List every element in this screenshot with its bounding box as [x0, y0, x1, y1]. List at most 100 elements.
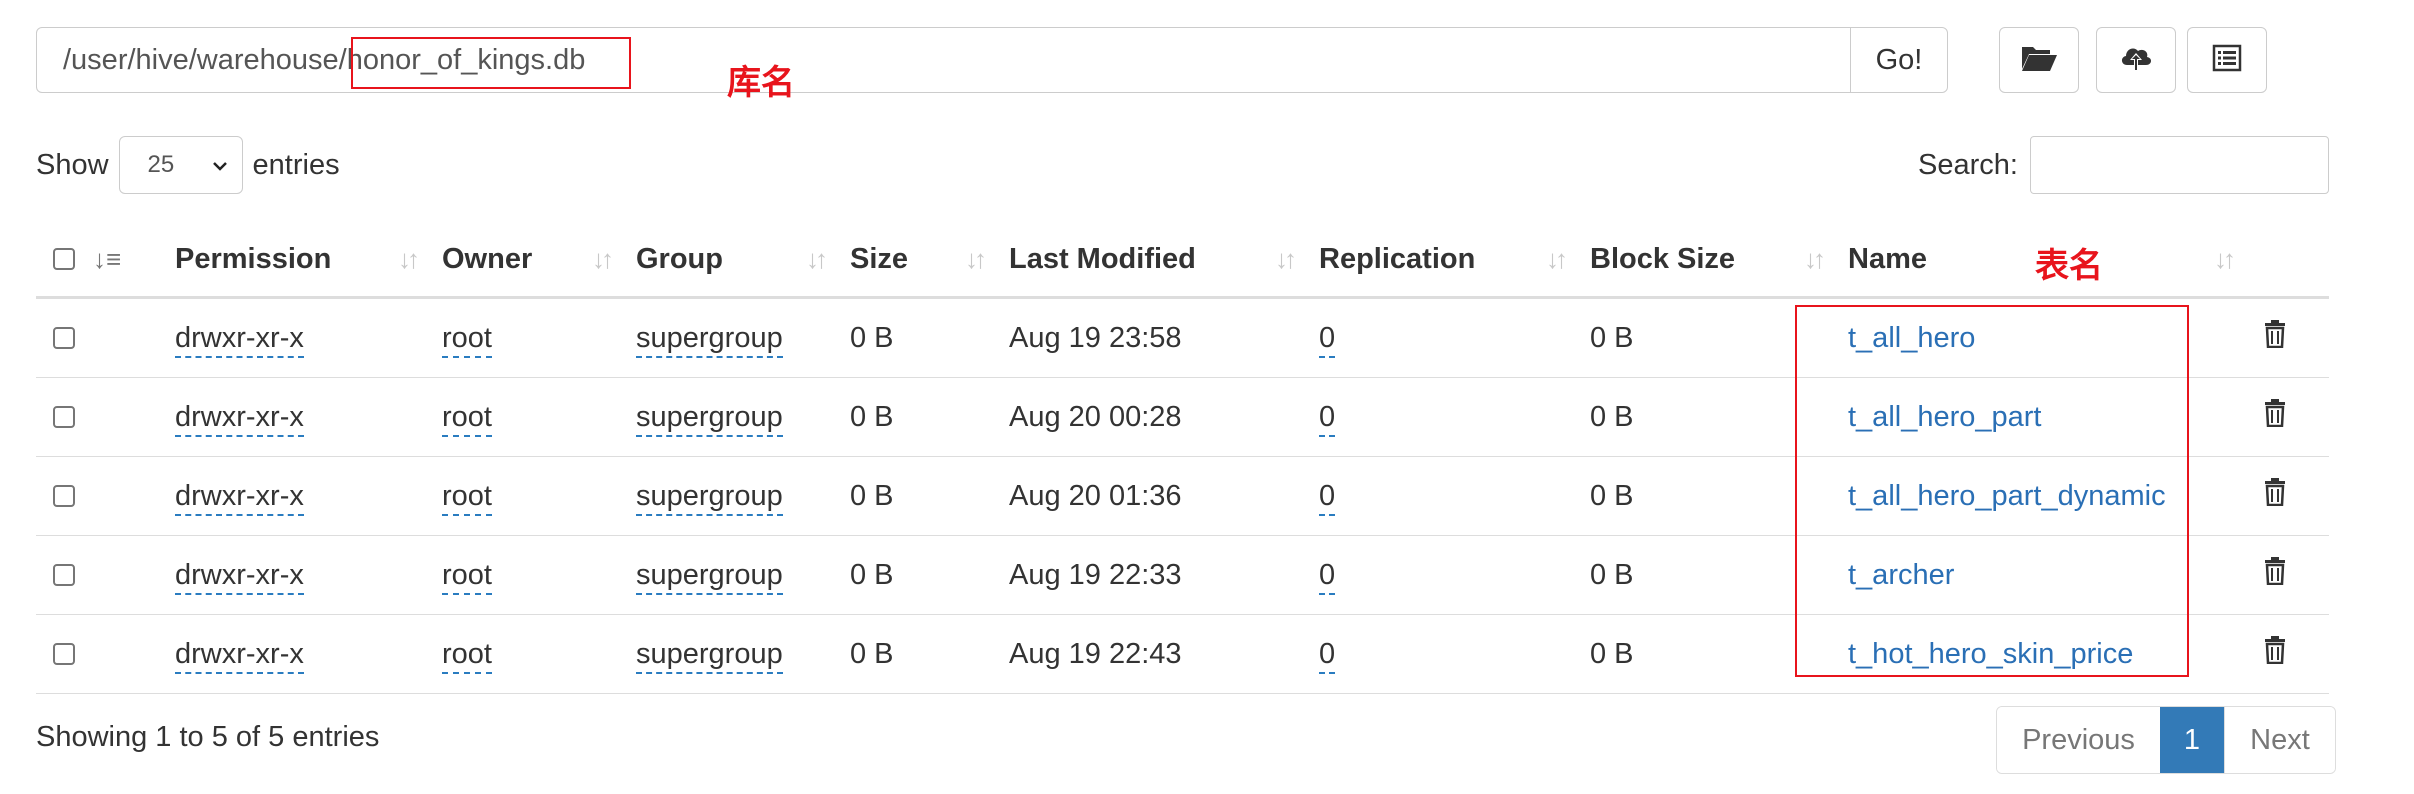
trash-icon[interactable]: [2264, 478, 2286, 514]
size-cell: 0 B: [850, 297, 1009, 378]
search-label: Search:: [1918, 148, 2018, 181]
sort-header[interactable]: ↓≡: [93, 222, 175, 299]
block-size-value: 0 B: [1590, 479, 1634, 512]
size-cell: 0 B: [850, 614, 1009, 694]
path-input[interactable]: /user/hive/warehouse/honor_of_kings.db: [37, 28, 1850, 92]
permission-value[interactable]: drwxr-xr-x: [175, 400, 304, 437]
length-menu-prefix: Show: [36, 148, 109, 181]
trash-icon[interactable]: [2264, 320, 2286, 356]
modified-cell: Aug 20 01:36: [1009, 456, 1319, 536]
actions-cell: [2258, 456, 2329, 536]
group-cell: supergroup: [636, 456, 850, 536]
length-menu: Show 25 entries: [36, 136, 340, 194]
column-header-label: Size: [850, 242, 909, 275]
replication-cell: 0: [1319, 377, 1590, 457]
replication-cell: 0: [1319, 535, 1590, 615]
column-header-owner[interactable]: Owner ↓↑: [442, 222, 636, 299]
size-cell: 0 B: [850, 456, 1009, 536]
group-value[interactable]: supergroup: [636, 558, 783, 595]
permission-value[interactable]: drwxr-xr-x: [175, 479, 304, 516]
permission-cell: drwxr-xr-x: [175, 614, 442, 694]
table-header-row: ↓≡ Permission ↓↑ Owner ↓↑ Group ↓↑ Size ↓↑ L…: [36, 222, 2329, 299]
trash-icon[interactable]: [2264, 636, 2286, 672]
table-info: Showing 1 to 5 of 5 entries: [36, 721, 380, 753]
trash-icon[interactable]: [2264, 557, 2286, 593]
path-bar: /user/hive/warehouse/honor_of_kings.db G…: [36, 27, 1948, 93]
owner-value[interactable]: root: [442, 637, 492, 674]
row-index-cell: [93, 297, 175, 378]
actions-header: [2258, 222, 2329, 299]
page-1-button[interactable]: 1: [2160, 707, 2224, 773]
block-size-value: 0 B: [1590, 321, 1634, 354]
trash-icon[interactable]: [2264, 399, 2286, 435]
row-checkbox[interactable]: [53, 406, 75, 428]
row-checkbox-cell: [36, 614, 93, 694]
column-header-group[interactable]: Group ↓↑: [636, 222, 850, 299]
permission-value[interactable]: drwxr-xr-x: [175, 321, 304, 358]
page-length-select[interactable]: 25: [118, 136, 243, 194]
previous-page-button[interactable]: Previous: [1997, 707, 2160, 773]
group-value[interactable]: supergroup: [636, 637, 783, 674]
permission-cell: drwxr-xr-x: [175, 456, 442, 536]
column-header-replication[interactable]: Replication ↓↑: [1319, 222, 1590, 299]
size-value: 0 B: [850, 321, 894, 354]
row-checkbox[interactable]: [53, 643, 75, 665]
modified-value: Aug 19 23:58: [1009, 321, 1182, 354]
sort-both-icon: ↓↑: [398, 243, 420, 274]
permission-cell: drwxr-xr-x: [175, 297, 442, 378]
row-checkbox-cell: [36, 456, 93, 536]
group-cell: supergroup: [636, 377, 850, 457]
row-checkbox[interactable]: [53, 564, 75, 586]
column-header-size[interactable]: Size ↓↑: [850, 222, 1009, 299]
block-size-value: 0 B: [1590, 400, 1634, 433]
actions-cell: [2258, 614, 2329, 694]
column-header-block-size[interactable]: Block Size ↓↑: [1590, 222, 1848, 299]
column-header-label: Last Modified: [1009, 242, 1196, 275]
sort-both-icon: ↓↑: [1275, 243, 1297, 274]
go-button[interactable]: Go!: [1850, 28, 1947, 92]
block-size-value: 0 B: [1590, 558, 1634, 591]
permission-cell: drwxr-xr-x: [175, 535, 442, 615]
permission-cell: drwxr-xr-x: [175, 377, 442, 457]
group-value[interactable]: supergroup: [636, 400, 783, 437]
replication-cell: 0: [1319, 614, 1590, 694]
owner-value[interactable]: root: [442, 400, 492, 437]
size-cell: 0 B: [850, 377, 1009, 457]
group-value[interactable]: supergroup: [636, 479, 783, 516]
replication-value[interactable]: 0: [1319, 321, 1336, 358]
table-names-highlight-box: [1795, 305, 2189, 677]
actions-cell: [2258, 377, 2329, 457]
select-all-header: [36, 222, 93, 299]
sort-both-icon: ↓↑: [965, 243, 987, 274]
owner-cell: root: [442, 535, 636, 615]
group-cell: supergroup: [636, 297, 850, 378]
upload-button[interactable]: [2096, 27, 2176, 93]
owner-value[interactable]: root: [442, 321, 492, 358]
replication-value[interactable]: 0: [1319, 479, 1336, 516]
replication-cell: 0: [1319, 456, 1590, 536]
next-page-button[interactable]: Next: [2224, 707, 2335, 773]
size-cell: 0 B: [850, 535, 1009, 615]
select-all-checkbox[interactable]: [53, 248, 75, 270]
modified-cell: Aug 19 23:58: [1009, 297, 1319, 378]
owner-cell: root: [442, 614, 636, 694]
permission-value[interactable]: drwxr-xr-x: [175, 637, 304, 674]
open-folder-button[interactable]: [1999, 27, 2079, 93]
replication-value[interactable]: 0: [1319, 400, 1336, 437]
owner-value[interactable]: root: [442, 558, 492, 595]
column-header-permission[interactable]: Permission ↓↑: [175, 222, 442, 299]
db-name-highlight-box: [351, 37, 631, 89]
column-header-label: Owner: [442, 242, 533, 275]
search-input[interactable]: [2030, 136, 2329, 194]
row-checkbox-cell: [36, 377, 93, 457]
list-view-button[interactable]: [2187, 27, 2267, 93]
owner-value[interactable]: root: [442, 479, 492, 516]
row-checkbox[interactable]: [53, 327, 75, 349]
permission-value[interactable]: drwxr-xr-x: [175, 558, 304, 595]
group-value[interactable]: supergroup: [636, 321, 783, 358]
column-header-label: Group: [636, 242, 723, 275]
row-checkbox[interactable]: [53, 485, 75, 507]
replication-value[interactable]: 0: [1319, 637, 1336, 674]
column-header-last-modified[interactable]: Last Modified ↓↑: [1009, 222, 1319, 299]
replication-value[interactable]: 0: [1319, 558, 1336, 595]
